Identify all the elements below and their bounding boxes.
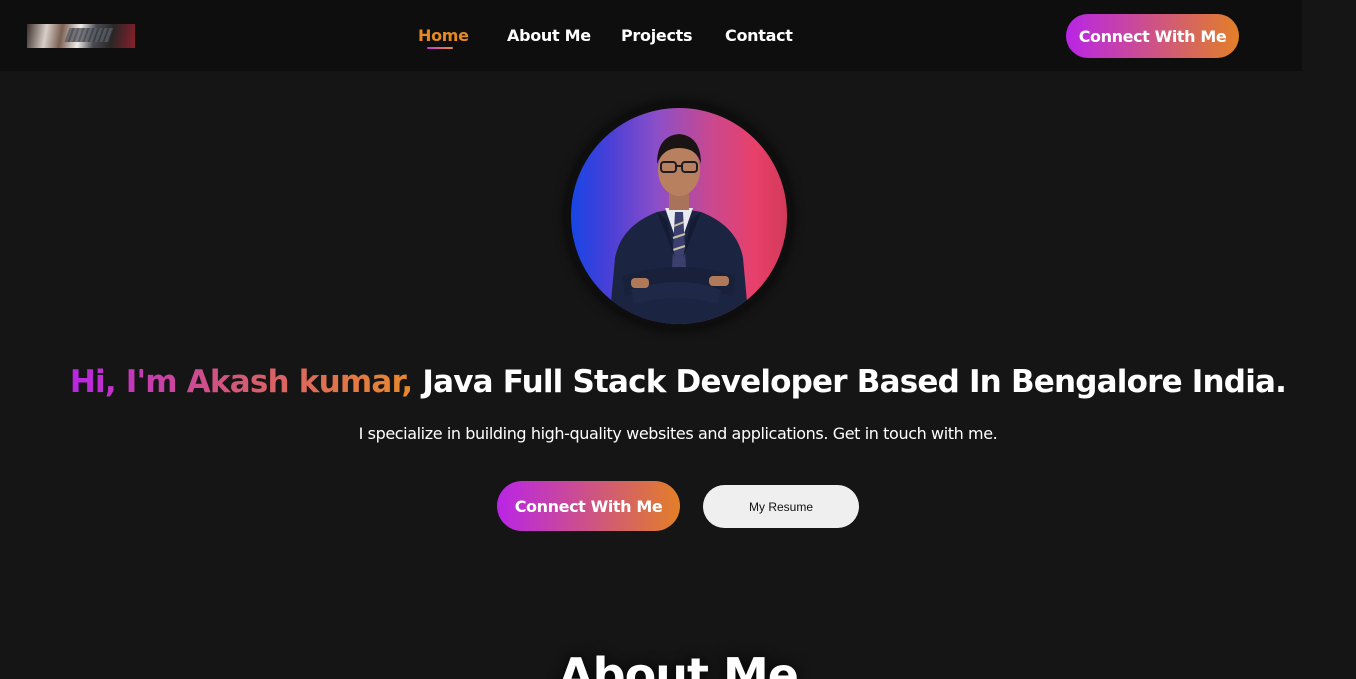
hero-title-role: Java Full Stack Developer Based In Benga…: [412, 364, 1287, 400]
connect-with-me-nav-button[interactable]: Connect With Me: [1066, 14, 1239, 58]
hero-title-name: Hi, I'm Akash kumar,: [69, 364, 413, 400]
nav-link-home[interactable]: Home: [418, 26, 469, 45]
about-me-heading: About Me: [558, 648, 799, 679]
nav-link-about-me[interactable]: About Me: [507, 26, 591, 45]
hero-subtitle: I specialize in building high-quality we…: [358, 424, 998, 443]
active-link-underline: [427, 47, 453, 49]
portfolio-page: Home About Me Projects Contact Connect W…: [0, 0, 1356, 679]
page-gutter: [1302, 0, 1356, 71]
navbar: Home About Me Projects Contact Connect W…: [0, 0, 1302, 71]
connect-with-me-hero-button[interactable]: Connect With Me: [497, 481, 680, 531]
person-illustration: [609, 134, 749, 324]
nav-link-contact[interactable]: Contact: [725, 26, 793, 45]
nav-link-projects[interactable]: Projects: [621, 26, 693, 45]
profile-photo: [571, 108, 787, 324]
my-resume-button[interactable]: My Resume: [703, 485, 859, 528]
hero-title: Hi, I'm Akash kumar, Java Full Stack Dev…: [0, 364, 1356, 400]
